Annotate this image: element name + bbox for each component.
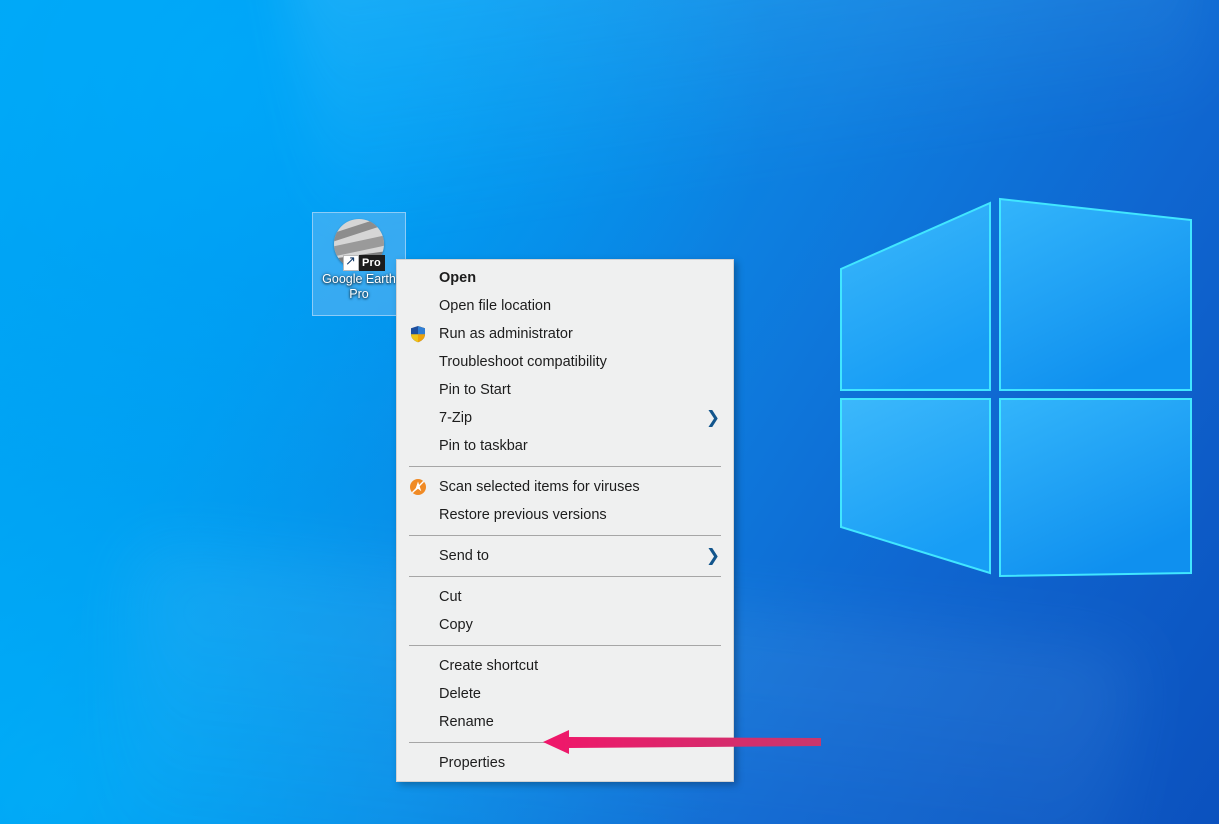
menu-item-pin-to-start[interactable]: Pin to Start — [397, 376, 733, 404]
uac-shield-icon — [409, 325, 427, 343]
menu-item-label: Delete — [439, 686, 481, 702]
menu-item-label: Scan selected items for viruses — [439, 479, 640, 495]
menu-item-label: 7-Zip — [439, 410, 473, 426]
shortcut-arrow-icon — [343, 253, 359, 271]
menu-item-label: Create shortcut — [439, 658, 539, 674]
menu-item-scan-selected-items-for-viruses[interactable]: Scan selected items for viruses — [397, 473, 733, 501]
menu-item-send-to[interactable]: Send to ❯ — [397, 542, 733, 570]
menu-item-label: Pin to Start — [439, 382, 511, 398]
google-earth-globe-icon: Pro — [334, 219, 385, 271]
menu-item-label: Troubleshoot compatibility — [439, 354, 607, 370]
menu-separator — [409, 645, 721, 646]
menu-item-label: Send to — [439, 548, 489, 564]
menu-item-label: Restore previous versions — [439, 507, 607, 523]
menu-item-label: Open file location — [439, 298, 552, 314]
menu-separator — [409, 576, 721, 577]
desktop-icon-label: Google Earth Pro — [322, 272, 396, 301]
menu-item-restore-previous-versions[interactable]: Restore previous versions — [397, 501, 733, 529]
menu-item-label: Run as administrator — [439, 326, 573, 342]
antivirus-icon — [409, 478, 427, 496]
menu-item-7-zip[interactable]: 7-Zip ❯ — [397, 404, 733, 432]
context-menu[interactable]: Open Open file location Run as administrat… — [396, 259, 734, 782]
menu-item-label: Open — [439, 270, 477, 286]
menu-item-open[interactable]: Open — [397, 264, 733, 292]
wallpaper-light-streak-top — [283, 0, 1217, 242]
menu-separator — [409, 742, 721, 743]
menu-item-copy[interactable]: Copy — [397, 611, 733, 639]
pro-badge-label: Pro — [362, 257, 381, 269]
menu-item-rename[interactable]: Rename — [397, 708, 733, 736]
menu-item-pin-to-taskbar[interactable]: Pin to taskbar — [397, 432, 733, 460]
menu-item-cut[interactable]: Cut — [397, 583, 733, 611]
chevron-right-icon[interactable]: ❯ — [705, 548, 721, 565]
menu-item-label: Cut — [439, 589, 462, 605]
menu-item-run-as-administrator[interactable]: Run as administrator — [397, 320, 733, 348]
chevron-right-icon[interactable]: ❯ — [705, 410, 721, 427]
menu-item-troubleshoot-compatibility[interactable]: Troubleshoot compatibility — [397, 348, 733, 376]
menu-item-label: Pin to taskbar — [439, 438, 528, 454]
menu-item-create-shortcut[interactable]: Create shortcut — [397, 652, 733, 680]
menu-item-label: Properties — [439, 755, 506, 771]
menu-separator — [409, 466, 721, 467]
pro-badge: Pro — [343, 253, 385, 271]
menu-item-label: Rename — [439, 714, 494, 730]
menu-item-properties[interactable]: Properties — [397, 749, 733, 777]
menu-item-open-file-location[interactable]: Open file location — [397, 292, 733, 320]
desktop-icon-google-earth-pro[interactable]: Pro Google Earth Pro — [312, 212, 406, 316]
menu-separator — [409, 535, 721, 536]
desktop[interactable]: Pro Google Earth Pro Open Open file locat… — [0, 0, 1219, 824]
menu-item-delete[interactable]: Delete — [397, 680, 733, 708]
menu-item-label: Copy — [439, 617, 473, 633]
